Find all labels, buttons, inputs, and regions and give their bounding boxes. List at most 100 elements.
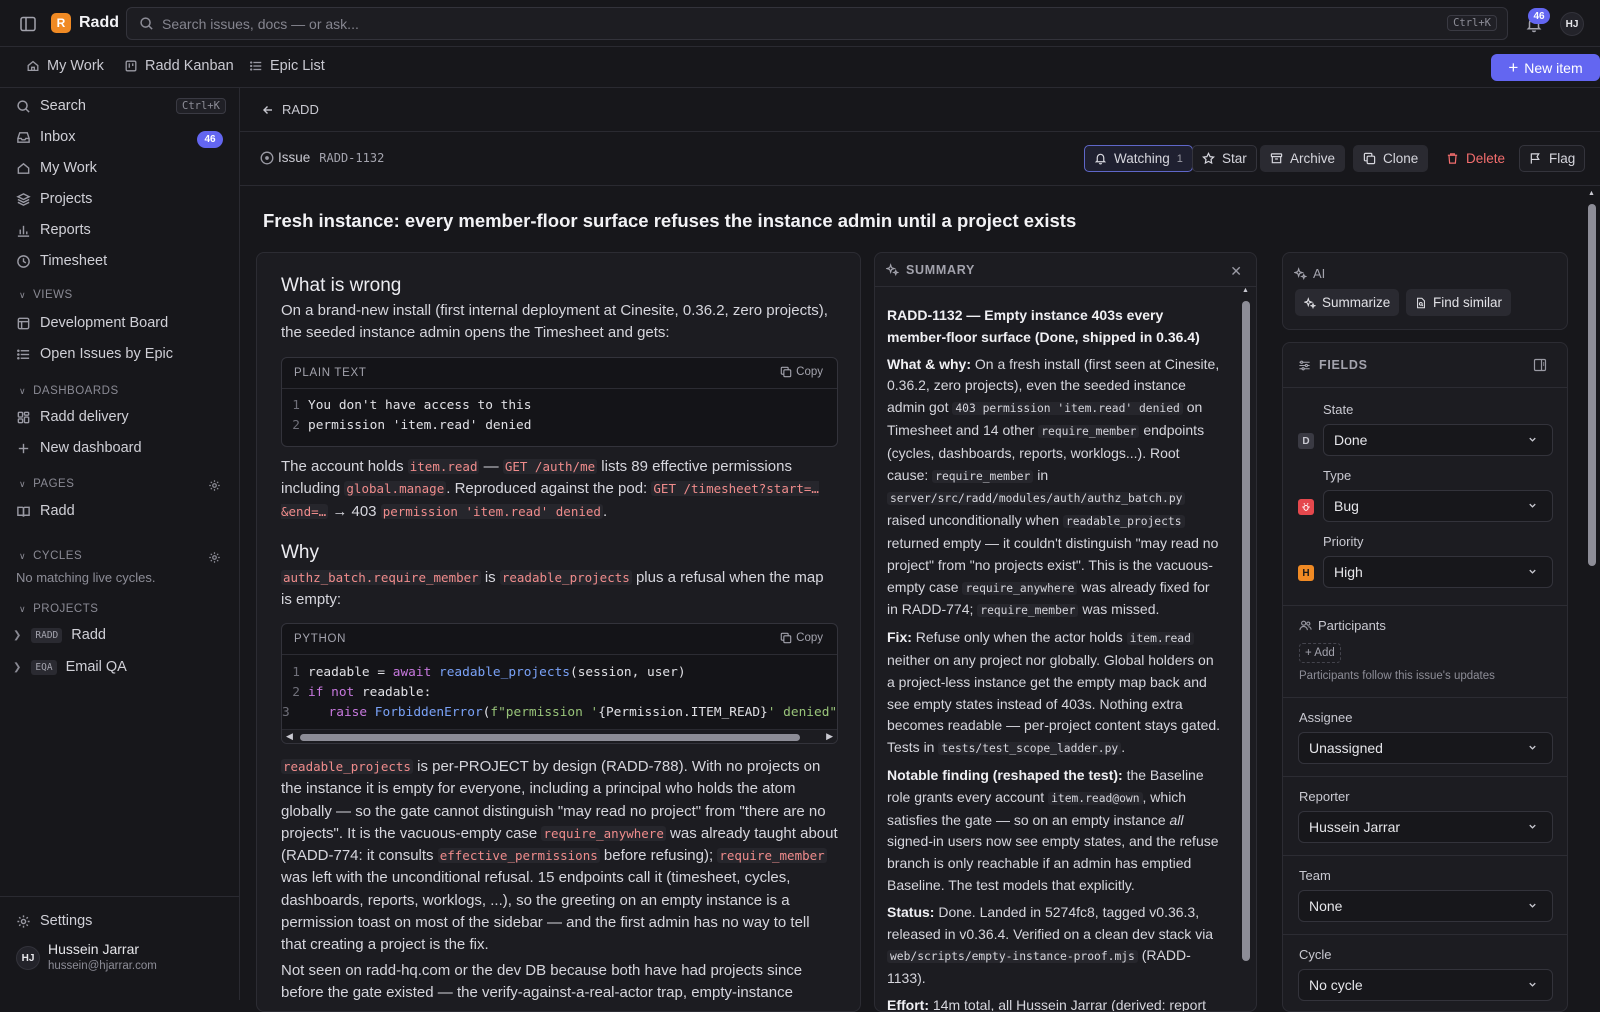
state-select[interactable]: Done	[1323, 424, 1553, 456]
new-dashboard-button[interactable]: New dashboard	[16, 440, 142, 456]
state-value: Done	[1334, 432, 1368, 448]
divider	[1283, 697, 1567, 698]
search-shortcut: Ctrl+K	[176, 98, 226, 114]
projects-section-header[interactable]: ∨ PROJECTS	[19, 603, 98, 615]
issue-title[interactable]: Fresh instance: every member-floor surfa…	[263, 210, 1076, 232]
section-label: VIEWS	[33, 289, 73, 301]
gear-icon	[17, 914, 30, 928]
assignee-label: Assignee	[1299, 710, 1353, 725]
dashboards-section-header[interactable]: ∨ DASHBOARDS	[19, 385, 119, 397]
section-label: PAGES	[33, 478, 75, 490]
archive-button[interactable]: Archive	[1260, 145, 1346, 172]
cycles-section-header[interactable]: ∨ CYCLES	[19, 550, 82, 562]
team-value: None	[1309, 898, 1343, 914]
clone-button[interactable]: Clone	[1353, 145, 1429, 172]
find-similar-button[interactable]: Find similar	[1406, 289, 1512, 316]
summary-title: SUMMARY	[906, 262, 976, 277]
project-item-radd[interactable]: ❯ RADD Radd	[13, 627, 106, 643]
copy-button[interactable]: Copy	[780, 366, 823, 378]
code-block-python: PYTHON Copy 1 readable = await readable_p…	[281, 623, 838, 744]
user-name[interactable]: Hussein Jarrar	[48, 941, 139, 957]
close-icon[interactable]: ✕	[1230, 263, 1242, 280]
breadcrumb-label: RADD	[282, 102, 319, 117]
tab-my-work[interactable]: My Work	[26, 58, 104, 74]
app-logo[interactable]: R	[51, 13, 71, 33]
delete-button[interactable]: Delete	[1437, 145, 1514, 172]
sidebar-item-settings[interactable]: Settings	[16, 913, 92, 929]
sidebar-item-search[interactable]: Search	[16, 98, 86, 114]
summarize-button[interactable]: Summarize	[1295, 289, 1400, 316]
sidebar-item-label: Projects	[40, 191, 93, 207]
sidebar-item-reports[interactable]: Reports	[16, 222, 91, 238]
sidebar-toggle-icon[interactable]	[19, 15, 37, 33]
search-icon	[17, 99, 30, 113]
gear-icon[interactable]	[208, 551, 221, 564]
scrollbar-thumb[interactable]	[1588, 204, 1596, 566]
arrow-left-icon	[263, 105, 272, 114]
user-avatar[interactable]: HJ	[1560, 12, 1584, 36]
sidebar-item-label: Radd	[40, 503, 75, 519]
sidebar-item-inbox[interactable]: Inbox	[16, 129, 75, 145]
code-line: 1 readable = await readable_projects(sess…	[292, 665, 686, 680]
sidebar-item-my-work[interactable]: My Work	[16, 160, 97, 176]
code-line: 2 permission 'item.read' denied	[282, 416, 837, 436]
sidebar-item-page-radd[interactable]: Radd	[16, 503, 75, 519]
flag-button[interactable]: Flag	[1519, 145, 1586, 172]
sidebar-item-timesheet[interactable]: Timesheet	[16, 253, 107, 269]
plus-icon	[18, 443, 29, 453]
sidebar-item-development-board[interactable]: Development Board	[16, 315, 168, 331]
new-item-button[interactable]: + New item	[1491, 54, 1600, 81]
avatar[interactable]: HJ	[16, 946, 40, 970]
sidebar-item-open-issues-by-epic[interactable]: Open Issues by Epic	[16, 346, 173, 362]
top-bar: R Radd Search issues, docs — or ask... C…	[0, 0, 1600, 47]
cycle-select[interactable]: No cycle	[1298, 969, 1553, 1001]
copy-label: Copy	[796, 366, 823, 378]
reporter-select[interactable]: Hussein Jarrar	[1298, 811, 1553, 843]
assignee-value: Unassigned	[1309, 740, 1383, 756]
star-button[interactable]: Star	[1192, 145, 1257, 172]
gear-icon[interactable]	[208, 479, 221, 492]
scroll-left-icon[interactable]: ◀	[286, 731, 293, 742]
sidebar-item-projects[interactable]: Projects	[16, 191, 92, 207]
project-item-email-qa[interactable]: ❯ EQA Email QA	[13, 659, 127, 675]
find-similar-label: Find similar	[1433, 295, 1503, 310]
scrollbar-thumb[interactable]	[1242, 301, 1250, 961]
scrollbar-thumb[interactable]	[300, 734, 800, 741]
document-search-icon	[1417, 297, 1425, 308]
vertical-scrollbar[interactable]: ▲	[1242, 287, 1250, 1009]
type-select[interactable]: Bug	[1323, 490, 1553, 522]
dashboard-icon	[17, 411, 30, 423]
cycle-value: No cycle	[1309, 977, 1363, 993]
type-value: Bug	[1334, 498, 1359, 514]
scroll-right-icon[interactable]: ▶	[826, 731, 833, 742]
priority-value: High	[1334, 564, 1363, 580]
horizontal-scrollbar[interactable]: ◀ ▶	[282, 729, 837, 743]
copy-label: Copy	[796, 632, 823, 644]
team-select[interactable]: None	[1298, 890, 1553, 922]
issue-description[interactable]: What is wrong On a brand-new install (fi…	[256, 252, 861, 1012]
divider	[1283, 934, 1567, 935]
description-paragraph: On a brand-new install (first internal d…	[281, 302, 828, 342]
app-name[interactable]: Radd	[79, 14, 119, 32]
tab-radd-kanban[interactable]: Radd Kanban	[124, 58, 234, 74]
heading-why: Why	[281, 542, 319, 563]
sidebar-item-radd-delivery[interactable]: Radd delivery	[16, 409, 129, 425]
scroll-up-icon[interactable]: ▲	[1242, 287, 1249, 294]
global-search-input[interactable]: Search issues, docs — or ask... Ctrl+K	[126, 7, 1508, 40]
watching-button[interactable]: Watching 1	[1084, 145, 1193, 172]
copy-button[interactable]: Copy	[780, 632, 823, 644]
pages-section-header[interactable]: ∨ PAGES	[19, 478, 74, 490]
tab-epic-list[interactable]: Epic List	[249, 58, 325, 74]
scroll-up-icon[interactable]: ▲	[1588, 190, 1595, 197]
breadcrumb[interactable]: RADD	[262, 102, 319, 117]
chevron-down-icon: ∨	[19, 603, 27, 614]
priority-select[interactable]: High	[1323, 556, 1553, 588]
summary-effort: Effort: 14m total, all Hussein Jarrar (d…	[887, 996, 1206, 1012]
add-participant-button[interactable]: + Add	[1299, 643, 1341, 663]
page-scrollbar[interactable]: ▲	[1588, 190, 1596, 1000]
views-section-header[interactable]: ∨ VIEWS	[19, 289, 73, 301]
assignee-select[interactable]: Unassigned	[1298, 732, 1553, 764]
sparkle-icon	[886, 263, 899, 276]
clock-icon	[17, 254, 30, 268]
panel-layout-icon[interactable]	[1533, 358, 1547, 372]
